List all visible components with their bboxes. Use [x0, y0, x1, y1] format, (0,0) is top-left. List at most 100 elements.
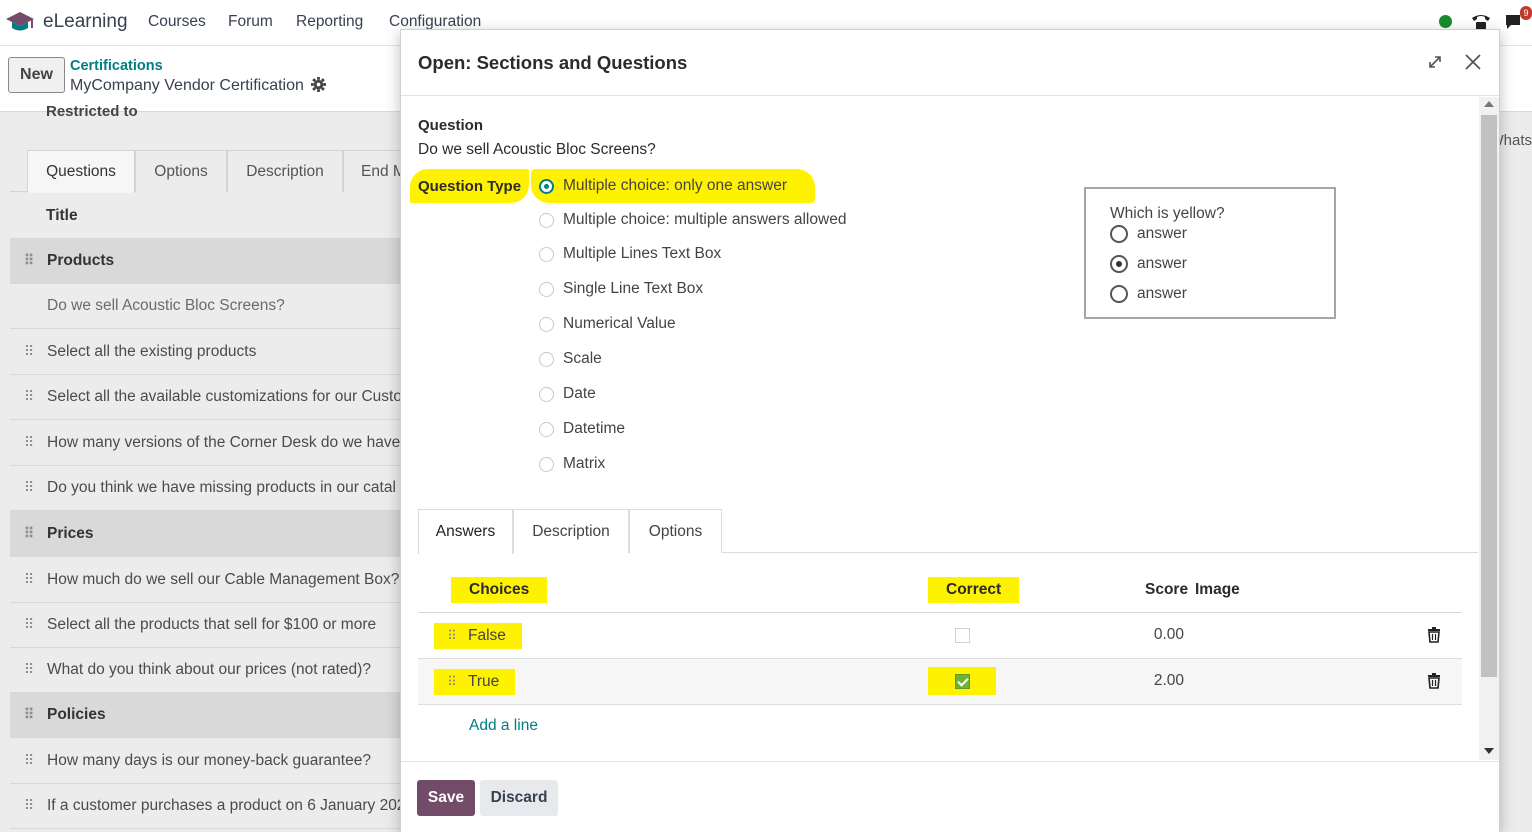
radio-button[interactable] — [539, 386, 554, 402]
drag-handle-icon[interactable]: ⠿ — [10, 388, 46, 405]
menu-forum[interactable]: Forum — [228, 13, 273, 31]
question-row[interactable]: ⠿ How many versions of the Corner Desk do… — [10, 420, 430, 466]
question-type-option[interactable]: Matrix — [539, 449, 605, 479]
drag-handle-icon[interactable]: ⠿ — [10, 706, 46, 723]
scroll-up-arrow-icon[interactable] — [1484, 101, 1494, 107]
column-image[interactable]: Image — [1195, 577, 1240, 603]
tab-answers[interactable]: Answers — [418, 509, 513, 554]
preview-title: Which is yellow? — [1110, 205, 1225, 222]
drag-handle-icon[interactable]: ⠿ — [10, 252, 46, 269]
add-a-line-link[interactable]: Add a line — [469, 717, 538, 735]
row-title: If a customer purchases a product on 6 J… — [47, 796, 406, 814]
table-row[interactable]: ⠿ True 2.00 — [418, 659, 1462, 705]
bg-tab-options[interactable]: Options — [135, 150, 227, 192]
gear-icon[interactable] — [311, 77, 327, 97]
question-type-option[interactable]: Multiple Lines Text Box — [539, 239, 721, 269]
question-type-option[interactable]: Scale — [539, 344, 602, 374]
drag-handle-icon[interactable]: ⠿ — [10, 434, 46, 451]
column-score[interactable]: Score — [1145, 577, 1188, 603]
question-type-option[interactable]: Date — [539, 379, 596, 409]
row-title: Select all the products that sell for $1… — [47, 615, 377, 633]
drag-handle-icon[interactable]: ⠿ — [10, 752, 46, 769]
scroll-down-arrow-icon[interactable] — [1484, 748, 1494, 754]
score-value[interactable]: 2.00 — [1118, 672, 1184, 690]
question-row[interactable]: ⠿ How many days is our money-back guarant… — [10, 738, 430, 784]
choice-cell[interactable]: ⠿ True — [434, 669, 516, 695]
dialog-scrollbar[interactable] — [1479, 97, 1499, 760]
section-row[interactable]: ⠿ Prices — [10, 511, 430, 557]
question-label: Question — [418, 117, 484, 134]
tab-description[interactable]: Description — [513, 509, 629, 553]
radio-button[interactable] — [539, 351, 554, 367]
sections-questions-dialog: Open: Sections and Questions Question Do… — [400, 29, 1500, 832]
radio-button[interactable] — [539, 421, 554, 437]
question-type-preview: Which is yellow? answer answer answer — [1084, 187, 1336, 319]
section-row[interactable]: ⠿ Products — [10, 238, 430, 284]
drag-handle-icon[interactable]: ⠿ — [10, 661, 46, 678]
trash-icon[interactable] — [1427, 627, 1443, 645]
row-title: How many versions of the Corner Desk do … — [47, 433, 401, 451]
question-type-option[interactable]: Numerical Value — [539, 309, 676, 339]
question-row[interactable]: ⠿ Do you think we have missing products i… — [10, 465, 430, 511]
expand-icon[interactable] — [1423, 50, 1447, 74]
correct-cell — [928, 621, 996, 649]
menu-courses[interactable]: Courses — [148, 13, 206, 31]
drag-handle-icon[interactable]: ⠿ — [10, 479, 46, 496]
correct-checkbox[interactable] — [954, 627, 970, 643]
section-row[interactable]: ⠿ Policies — [10, 692, 430, 738]
column-correct[interactable]: Correct — [928, 577, 1020, 603]
trash-icon[interactable] — [1427, 673, 1443, 691]
question-row[interactable]: ⠿ Select all the available customizations… — [10, 374, 430, 420]
new-button[interactable]: New — [8, 57, 65, 93]
status-dot-icon[interactable] — [1439, 15, 1452, 28]
save-button[interactable]: Save — [417, 780, 475, 816]
radio-button[interactable] — [539, 246, 554, 262]
drag-handle-icon[interactable]: ⠿ — [10, 797, 46, 814]
question-row[interactable]: Do we sell Acoustic Bloc Screens? — [10, 283, 430, 329]
correct-checkbox[interactable] — [954, 673, 970, 689]
bg-tab-questions[interactable]: Questions — [27, 150, 135, 193]
preview-option: answer — [1110, 225, 1187, 243]
drag-handle-icon[interactable]: ⠿ — [10, 571, 46, 588]
choice-cell[interactable]: ⠿ False — [434, 623, 522, 649]
question-type-option[interactable]: Multiple choice: only one answer — [531, 169, 816, 203]
radio-button[interactable] — [539, 212, 554, 228]
score-value[interactable]: 0.00 — [1118, 626, 1184, 644]
question-type-option-label: Multiple choice: only one answer — [563, 177, 788, 194]
preview-option: answer — [1110, 255, 1187, 273]
question-type-option[interactable]: Single Line Text Box — [539, 274, 703, 304]
radio-button[interactable] — [539, 456, 554, 472]
table-row[interactable]: ⠿ False 0.00 — [418, 613, 1462, 659]
drag-handle-icon[interactable]: ⠿ — [434, 674, 468, 690]
breadcrumb-certifications[interactable]: Certifications — [70, 58, 163, 74]
question-text-field[interactable]: Do we sell Acoustic Bloc Screens? — [418, 141, 656, 159]
question-type-option[interactable]: Multiple choice: multiple answers allowe… — [539, 205, 846, 235]
close-icon[interactable] — [1461, 50, 1485, 74]
drag-handle-icon[interactable]: ⠿ — [10, 525, 46, 542]
bg-tab-description[interactable]: Description — [227, 150, 343, 192]
title-column-header: Title — [46, 207, 78, 224]
drag-handle-icon[interactable]: ⠿ — [10, 616, 46, 633]
question-type-option-label: Date — [563, 385, 596, 402]
radio-button[interactable] — [539, 316, 554, 332]
drag-handle-icon[interactable]: ⠿ — [434, 628, 468, 644]
row-title: Select all the existing products — [47, 342, 257, 360]
question-type-option[interactable]: Datetime — [539, 414, 625, 444]
scroll-thumb[interactable] — [1481, 115, 1497, 677]
row-title: Do you think we have missing products in… — [47, 478, 396, 496]
drag-handle-icon[interactable]: ⠿ — [10, 343, 46, 360]
tab-options[interactable]: Options — [629, 509, 722, 553]
column-choices[interactable]: Choices — [451, 577, 548, 603]
radio-button[interactable] — [539, 281, 554, 297]
discard-button[interactable]: Discard — [480, 780, 558, 816]
elearning-app-icon[interactable] — [5, 10, 35, 34]
menu-reporting[interactable]: Reporting — [296, 13, 363, 31]
radio-button[interactable] — [539, 178, 554, 194]
app-brand[interactable]: eLearning — [43, 11, 128, 33]
question-row[interactable]: ⠿ What do you think about our prices (not… — [10, 647, 430, 693]
question-row[interactable]: ⠿ Select all the products that sell for $… — [10, 602, 430, 648]
question-row[interactable]: ⠿ Select all the existing products — [10, 329, 430, 375]
preview-option-label: answer — [1137, 225, 1187, 242]
question-row[interactable]: ⠿ If a customer purchases a product on 6 … — [10, 783, 430, 829]
question-row[interactable]: ⠿ How much do we sell our Cable Managemen… — [10, 557, 430, 603]
